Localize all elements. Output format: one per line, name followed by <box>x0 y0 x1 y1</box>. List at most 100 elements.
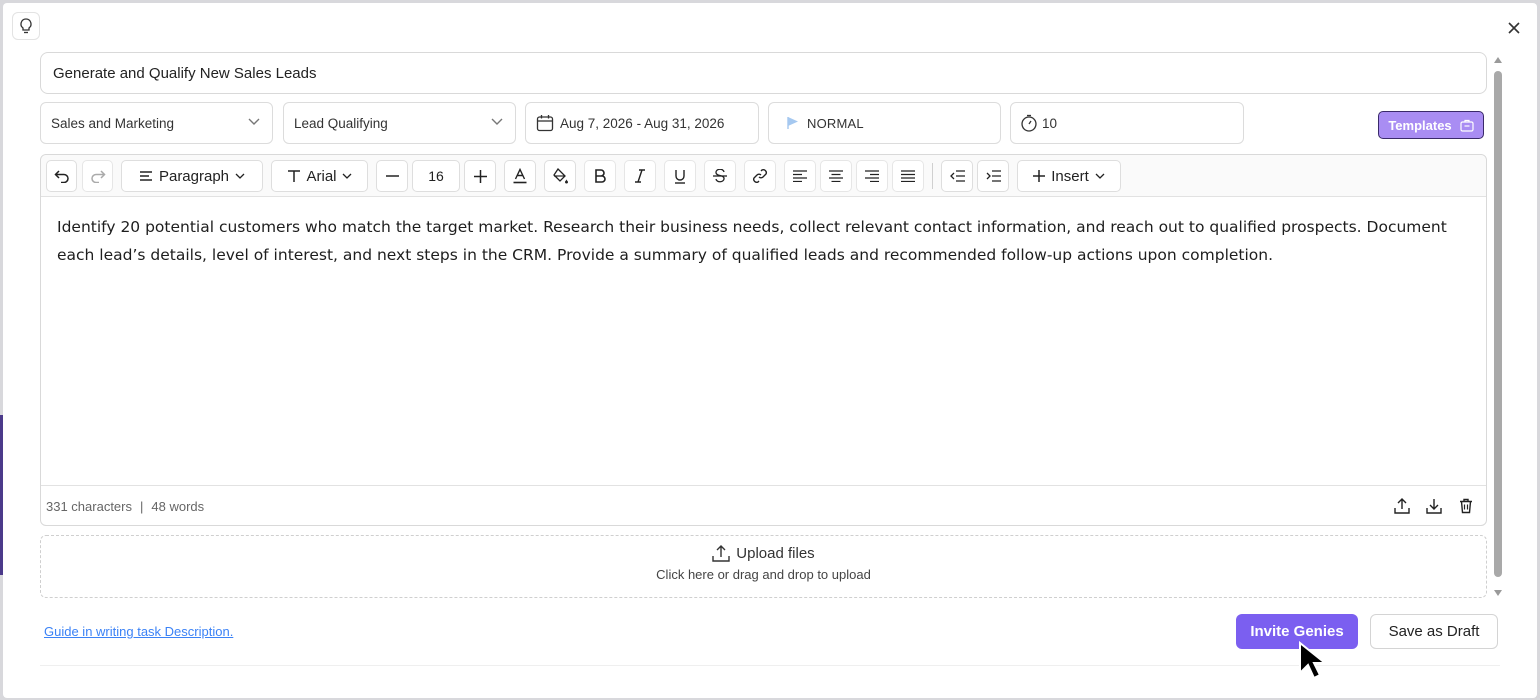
chevron-down-icon <box>248 118 260 125</box>
block-format-value: Paragraph <box>158 167 230 185</box>
templates-label: Templates <box>1388 117 1452 133</box>
scroll-down-arrow[interactable] <box>1494 590 1502 596</box>
upload-label: Upload files <box>736 545 815 562</box>
subcategory-value: Lead Qualifying <box>294 115 388 131</box>
upload-hint: Click here or drag and drop to upload <box>656 567 871 582</box>
plus-icon <box>473 169 487 183</box>
export-button[interactable] <box>1392 496 1412 516</box>
insert-plus-icon <box>1033 170 1046 182</box>
date-range-picker[interactable]: Aug 7, 2026 - Aug 31, 2026 <box>525 102 759 144</box>
word-count: 48 words <box>151 498 205 514</box>
task-title-input[interactable] <box>40 52 1487 94</box>
invite-genies-button[interactable]: Invite Genies <box>1236 614 1358 649</box>
outdent-icon <box>949 170 965 182</box>
underline-button[interactable] <box>664 160 696 192</box>
editor-content[interactable]: Identify 20 potential customers who matc… <box>57 213 1467 269</box>
duration-value: 10 <box>1042 115 1058 131</box>
chevron-down-icon <box>342 173 351 179</box>
duration-input[interactable]: 10 <box>1010 102 1244 144</box>
increase-font-button[interactable] <box>464 160 496 192</box>
modal-scrollbar[interactable] <box>1491 55 1505 598</box>
close-icon <box>1508 22 1520 34</box>
templates-button[interactable]: Templates <box>1378 111 1484 139</box>
highlight-color-button[interactable] <box>544 160 576 192</box>
align-right-button[interactable] <box>856 160 888 192</box>
indent-button[interactable] <box>977 160 1009 192</box>
minus-icon <box>385 175 399 177</box>
lightbulb-icon <box>20 18 32 34</box>
font-size-input[interactable]: 16 <box>412 160 460 192</box>
upload-title: Upload files <box>41 545 1486 562</box>
text-color-button[interactable] <box>504 160 536 192</box>
align-left-icon <box>793 170 807 182</box>
justify-icon <box>901 170 915 182</box>
chevron-down-icon <box>1095 173 1105 179</box>
footer-divider <box>40 665 1500 666</box>
align-center-button[interactable] <box>820 160 852 192</box>
guide-link[interactable]: Guide in writing task Description. <box>44 624 233 639</box>
footer-actions <box>1392 496 1476 516</box>
justify-button[interactable] <box>892 160 924 192</box>
close-button[interactable] <box>1503 17 1525 39</box>
align-left-button[interactable] <box>784 160 816 192</box>
undo-button[interactable] <box>46 160 77 192</box>
redo-icon <box>90 170 106 183</box>
date-range-value: Aug 7, 2026 - Aug 31, 2026 <box>560 115 725 131</box>
category-select[interactable]: Sales and Marketing <box>40 102 273 144</box>
link-button[interactable] <box>744 160 776 192</box>
rich-text-editor: Paragraph Arial 16 Insert Identify 20 po… <box>40 154 1487 526</box>
hint-button[interactable] <box>12 12 40 40</box>
font-family-select[interactable]: Arial <box>271 160 368 192</box>
file-upload-dropzone[interactable]: Upload files Click here or drag and drop… <box>40 535 1487 598</box>
scroll-up-arrow[interactable] <box>1494 57 1502 63</box>
template-box-icon <box>1460 119 1474 132</box>
save-draft-button[interactable]: Save as Draft <box>1370 614 1498 649</box>
paragraph-icon <box>139 171 152 181</box>
bold-button[interactable] <box>584 160 616 192</box>
text-color-icon <box>513 168 527 184</box>
download-icon <box>1426 499 1442 514</box>
bold-icon <box>595 169 606 183</box>
insert-label: Insert <box>1051 167 1089 185</box>
underline-icon <box>675 169 685 184</box>
chevron-down-icon <box>491 118 503 125</box>
upload-icon <box>1394 498 1410 514</box>
indent-icon <box>986 170 1001 182</box>
category-value: Sales and Marketing <box>51 115 175 131</box>
trash-icon <box>1460 498 1472 514</box>
redo-button[interactable] <box>82 160 113 192</box>
link-icon <box>753 169 767 183</box>
decrease-font-button[interactable] <box>376 160 408 192</box>
strikethrough-icon <box>713 169 727 183</box>
import-button[interactable] <box>1424 496 1444 516</box>
create-task-modal: Sales and Marketing Lead Qualifying Aug … <box>3 3 1537 698</box>
count-separator: | <box>140 498 144 514</box>
editor-toolbar: Paragraph Arial 16 Insert <box>41 155 1486 197</box>
block-format-select[interactable]: Paragraph <box>121 160 263 192</box>
priority-value: NORMAL <box>807 115 864 131</box>
subcategory-select[interactable]: Lead Qualifying <box>283 102 516 144</box>
chevron-down-icon <box>235 173 245 179</box>
calendar-icon <box>536 115 554 132</box>
italic-button[interactable] <box>624 160 656 192</box>
highlight-icon <box>552 168 568 184</box>
align-center-icon <box>829 170 843 182</box>
character-count: 331 characters <box>46 498 132 514</box>
italic-icon <box>635 169 645 183</box>
priority-select[interactable]: NORMAL <box>768 102 1001 144</box>
scroll-thumb[interactable] <box>1494 71 1502 577</box>
font-family-value: Arial <box>306 167 337 185</box>
upload-icon <box>712 545 730 562</box>
strikethrough-button[interactable] <box>704 160 736 192</box>
mouse-cursor-icon <box>1299 641 1328 680</box>
align-right-icon <box>865 170 879 182</box>
outdent-button[interactable] <box>941 160 973 192</box>
clear-button[interactable] <box>1456 496 1476 516</box>
font-size-value: 16 <box>428 168 444 184</box>
toolbar-divider <box>932 163 933 189</box>
timer-icon <box>1021 114 1037 132</box>
editor-footer: 331 characters | 48 words <box>41 485 1486 526</box>
undo-icon <box>53 170 69 183</box>
font-icon <box>288 170 301 182</box>
insert-menu-button[interactable]: Insert <box>1017 160 1121 192</box>
